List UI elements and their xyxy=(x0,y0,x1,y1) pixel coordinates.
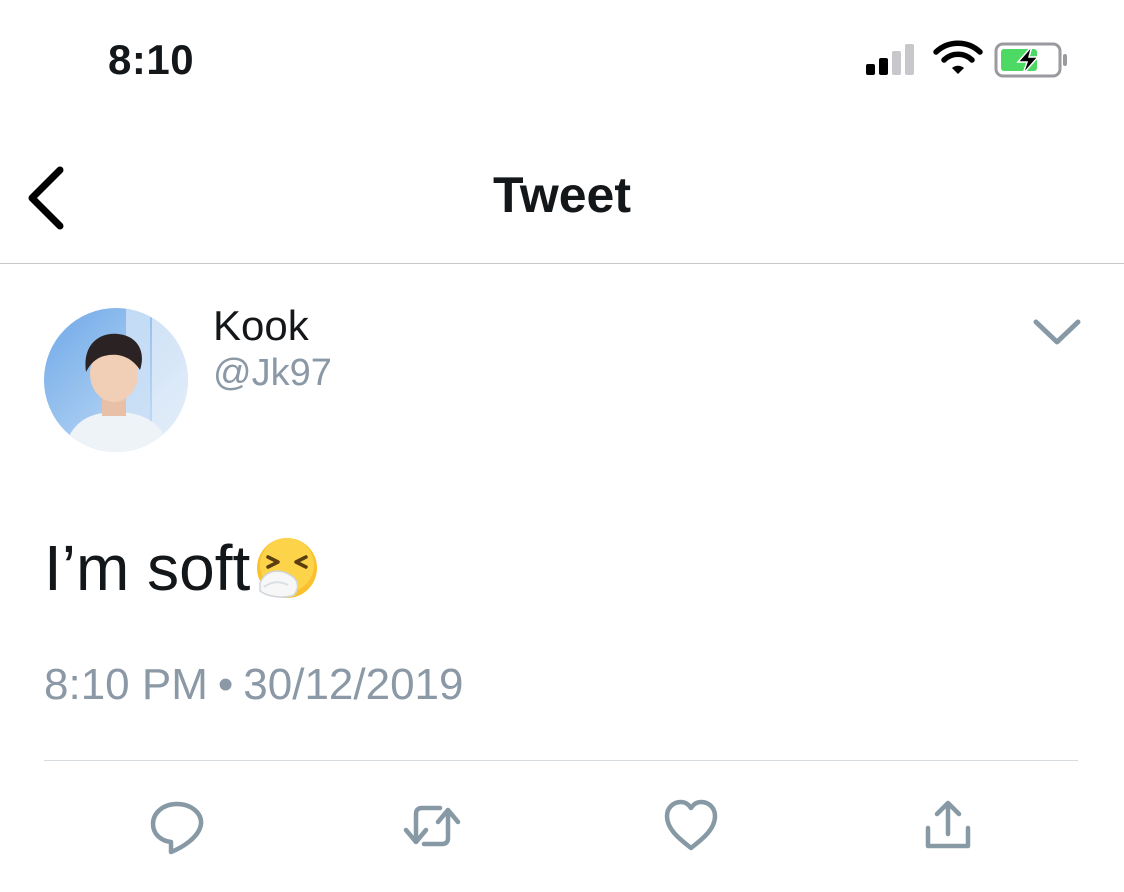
heart-icon xyxy=(664,799,718,851)
content-divider xyxy=(44,760,1078,761)
timestamp-separator: • xyxy=(217,660,234,709)
reply-button[interactable] xyxy=(147,796,207,856)
avatar[interactable] xyxy=(44,308,188,452)
more-options-button[interactable] xyxy=(1026,312,1088,352)
page-title: Tweet xyxy=(493,167,631,223)
tweet-detail-screen: 8:10 Tweet Kook @Jk97 I’m soft 8:10 PM •… xyxy=(0,0,1124,892)
tweet-date: 30/12/2019 xyxy=(243,660,464,709)
tweet-text-container: I’m soft xyxy=(44,528,320,608)
tweet-text: I’m soft xyxy=(44,532,251,604)
status-icons xyxy=(866,40,1076,80)
status-time: 8:10 xyxy=(108,36,195,83)
share-icon xyxy=(925,800,971,849)
wifi-icon xyxy=(933,40,983,74)
battery-charging-icon xyxy=(994,42,1067,78)
nav-divider xyxy=(0,263,1124,264)
sneezing-face-emoji-icon xyxy=(254,535,320,601)
like-button[interactable] xyxy=(661,796,721,856)
reply-icon xyxy=(150,801,204,855)
chevron-down-icon xyxy=(1033,319,1081,345)
author-name[interactable]: Kook xyxy=(213,302,309,350)
author-handle[interactable]: @Jk97 xyxy=(213,352,332,395)
tweet-time: 8:10 PM xyxy=(44,660,208,709)
retweet-button[interactable] xyxy=(402,796,462,856)
retweet-icon xyxy=(403,805,461,847)
cellular-signal-icon xyxy=(866,44,914,75)
share-button[interactable] xyxy=(918,796,978,856)
tweet-timestamp: 8:10 PM • 30/12/2019 xyxy=(44,660,464,710)
